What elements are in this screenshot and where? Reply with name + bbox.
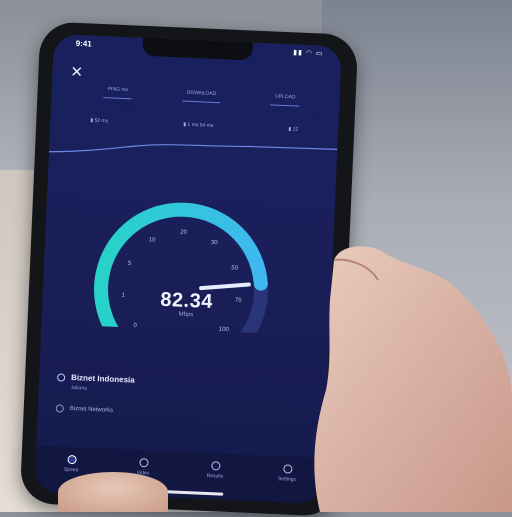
globe-icon <box>55 404 64 413</box>
stat-loss: ▮ 12 <box>288 126 299 133</box>
tab-download[interactable]: DOWNLOAD <box>182 87 221 104</box>
phone-notch <box>142 37 253 61</box>
result-tabs: PING ms DOWNLOAD UPLOAD <box>103 84 300 107</box>
tab-ping[interactable]: PING ms <box>103 84 133 100</box>
provider-row[interactable]: Biznet Indonesia <box>56 372 135 385</box>
app-screen: 9:41 ▮▮ ◠ ▭ ✕ PING ms DOWNLOAD UPLOAD ▮ … <box>34 33 342 505</box>
nav-item-speed[interactable]: Speed <box>46 454 97 474</box>
nav-label-speed: Speed <box>63 466 79 474</box>
gauge-needle <box>199 282 251 291</box>
provider-location: Jakarta <box>70 384 88 392</box>
thumb <box>58 472 168 512</box>
stat-ping: ▮ 52 ms <box>90 117 109 125</box>
provider-name: Biznet Indonesia <box>70 372 135 385</box>
gauge-scale-label: 30 <box>211 240 219 246</box>
results-icon <box>210 461 221 471</box>
close-button[interactable]: ✕ <box>70 64 83 82</box>
gauge-scale-label: 20 <box>180 230 188 236</box>
nav-label-settings: Settings <box>277 476 297 483</box>
nav-item-results[interactable]: Results <box>190 460 241 480</box>
stat-jitter: ▮ 1 ms 54 ms <box>183 121 214 129</box>
provider-icon <box>56 372 66 382</box>
gauge-scale-label: 0 <box>133 323 137 329</box>
gauge-scale-label: 100 <box>219 327 230 333</box>
server-name: Biznet Networks <box>69 405 114 414</box>
latency-stats: ▮ 52 ms ▮ 1 ms 54 ms ▮ 12 <box>90 118 298 133</box>
speed-icon <box>66 454 77 465</box>
holding-hand <box>314 246 512 512</box>
tab-upload[interactable]: UPLOAD <box>270 91 300 107</box>
nav-label-results: Results <box>206 472 224 480</box>
status-icons: ▮▮ ◠ ▭ <box>293 49 324 58</box>
speed-sparkline <box>48 144 338 153</box>
server-row[interactable]: Biznet Networks <box>55 404 114 414</box>
gauge-scale-label: 10 <box>149 237 157 243</box>
status-time: 9:41 <box>75 38 92 49</box>
video-icon <box>138 458 149 468</box>
gauge-scale-label: 50 <box>231 265 239 271</box>
gauge-scale-label: 5 <box>128 261 132 267</box>
gear-icon <box>282 464 293 474</box>
